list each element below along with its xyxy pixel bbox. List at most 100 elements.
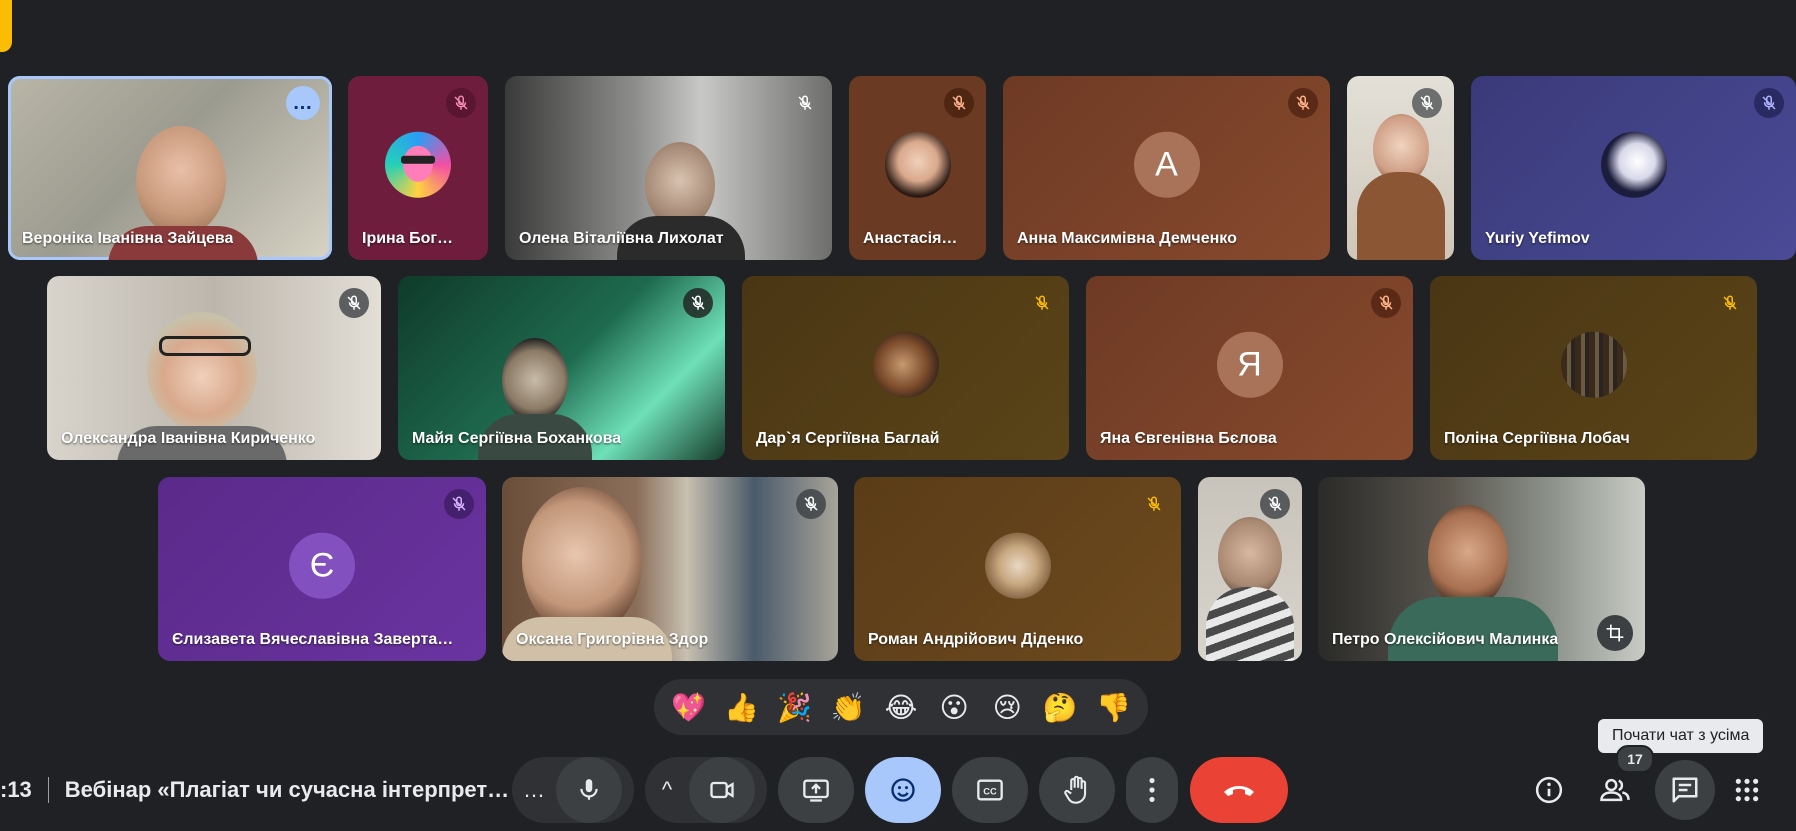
- participant-video: [1388, 597, 1558, 661]
- mic-off-icon: [1715, 288, 1745, 318]
- participant-tile-10[interactable]: Я Яна Євгенівна Бєлова: [1086, 276, 1413, 460]
- captions-button[interactable]: CC: [952, 757, 1028, 823]
- mic-off-icon: [339, 288, 369, 318]
- mic-off-icon: [944, 88, 974, 118]
- participant-tile-1[interactable]: Ірина Бог…: [348, 76, 488, 260]
- tile-more-options-button[interactable]: …: [286, 86, 320, 120]
- reaction-crying[interactable]: 😢: [985, 691, 1029, 724]
- mic-off-icon: [446, 88, 476, 118]
- participant-tile-12[interactable]: Є Єлизавета Вячеславівна Заверта…: [158, 477, 486, 661]
- more-vert-icon: [1149, 777, 1155, 803]
- mic-off-icon: [1412, 88, 1442, 118]
- reaction-thumbs-down[interactable]: 👎: [1091, 691, 1135, 724]
- participant-tile-6[interactable]: Yuriy Yefimov: [1471, 76, 1796, 260]
- participant-avatar: [984, 532, 1051, 599]
- participant-video: [136, 126, 226, 236]
- reaction-party-popper[interactable]: 🎉: [773, 691, 817, 724]
- participant-tile-9[interactable]: Дар`я Сергіївна Баглай: [742, 276, 1069, 460]
- reaction-surprised[interactable]: 😮: [932, 691, 976, 724]
- chat-button[interactable]: [1655, 760, 1715, 820]
- chat-icon: [1672, 777, 1698, 803]
- reaction-clapping[interactable]: 👏: [826, 691, 870, 724]
- participant-name: Анна Максимівна Демченко: [1017, 230, 1237, 247]
- more-options-button[interactable]: [1126, 757, 1178, 823]
- participant-tile-11[interactable]: Поліна Сергіївна Лобач: [1430, 276, 1757, 460]
- mic-off-icon: [1754, 88, 1784, 118]
- participant-tile-13[interactable]: Оксана Григорівна Здор: [502, 477, 838, 661]
- participant-tile-16[interactable]: Петро Олексійович Малинка: [1318, 477, 1645, 661]
- microphone-button[interactable]: [556, 757, 622, 823]
- camera-icon: [710, 781, 734, 799]
- participant-tile-14[interactable]: Роман Андрійович Діденко: [854, 477, 1181, 661]
- participant-video: [1357, 172, 1445, 260]
- participant-name: Майя Сергіївна Боханкова: [412, 430, 622, 447]
- people-icon: [1600, 778, 1630, 802]
- mic-off-icon: [1139, 489, 1169, 519]
- participant-tile-3[interactable]: Анастасія…: [849, 76, 986, 260]
- audio-settings-group: …: [512, 757, 634, 823]
- participant-name: Yuriy Yefimov: [1485, 230, 1590, 247]
- present-screen-icon: [803, 779, 829, 802]
- activities-button[interactable]: [1722, 765, 1772, 815]
- participant-tile-5[interactable]: [1347, 76, 1454, 260]
- participant-name: Вероніка Іванівна Зайцева: [22, 230, 234, 247]
- call-end-icon: [1224, 786, 1254, 796]
- participant-name: Олександра Іванівна Кириченко: [61, 430, 316, 447]
- divider: [47, 777, 49, 803]
- meeting-details-button[interactable]: [1524, 765, 1574, 815]
- reaction-thinking[interactable]: 🤔: [1038, 691, 1082, 724]
- leave-call-button[interactable]: [1190, 757, 1288, 823]
- participant-avatar: [1600, 131, 1667, 198]
- meeting-time: :13: [0, 777, 32, 802]
- mic-off-icon: [444, 489, 474, 519]
- participant-initial-avatar: Я: [1216, 331, 1283, 398]
- participant-video: [1428, 505, 1508, 609]
- mic-off-icon: [683, 288, 713, 318]
- reaction-laughing[interactable]: 😂: [879, 691, 923, 724]
- participant-tile-15[interactable]: [1198, 477, 1302, 661]
- participant-name: Поліна Сергіївна Лобач: [1444, 430, 1630, 447]
- mic-off-icon: [1260, 489, 1290, 519]
- participant-initial-avatar: A: [1133, 131, 1200, 198]
- present-screen-button[interactable]: [778, 757, 854, 823]
- reaction-thumbs-up[interactable]: 👍: [720, 691, 764, 724]
- participant-video: [502, 338, 568, 422]
- participant-avatar: [385, 131, 451, 198]
- participant-name: Анастасія…: [863, 230, 958, 247]
- participant-name: Яна Євгенівна Бєлова: [1100, 430, 1277, 447]
- participant-tile-2[interactable]: Олена Віталіївна Лихолат: [505, 76, 832, 260]
- participant-video: [147, 312, 257, 430]
- participant-tile-0[interactable]: … Вероніка Іванівна Зайцева: [8, 76, 332, 260]
- info-icon: [1535, 776, 1563, 804]
- meeting-info: :13 Вебінар «Плагіат чи сучасна інтерпре…: [0, 770, 509, 810]
- participant-video: [1206, 587, 1294, 661]
- mic-off-icon: [1288, 88, 1318, 118]
- participant-video: [522, 487, 642, 637]
- reaction-sparkling-heart[interactable]: 💖: [667, 691, 711, 724]
- video-options-chevron[interactable]: ^: [645, 777, 689, 803]
- reactions-button[interactable]: [865, 757, 941, 823]
- participant-tile-8[interactable]: Майя Сергіївна Боханкова: [398, 276, 725, 460]
- mic-off-icon: [1027, 288, 1057, 318]
- participant-name: Оксана Григорівна Здор: [516, 631, 709, 648]
- apps-grid-icon: [1735, 778, 1759, 802]
- hand-icon: [1064, 775, 1087, 804]
- svg-text:CC: CC: [983, 787, 997, 797]
- crop-icon[interactable]: [1597, 615, 1633, 651]
- participant-avatar: [1560, 331, 1627, 398]
- participant-tile-7[interactable]: Олександра Іванівна Кириченко: [47, 276, 381, 460]
- participant-avatar: [884, 131, 951, 198]
- captions-icon: CC: [977, 779, 1003, 801]
- camera-button[interactable]: [689, 757, 755, 823]
- participant-name: Дар`я Сергіївна Баглай: [756, 430, 940, 447]
- participant-name: Роман Андрійович Діденко: [868, 631, 1084, 648]
- participant-name: Єлизавета Вячеславівна Заверта…: [172, 631, 454, 648]
- mic-off-icon: [796, 489, 826, 519]
- meeting-title: Вебінар «Плагіат чи сучасна інтерпрет…: [64, 777, 510, 802]
- raise-hand-button[interactable]: [1039, 757, 1115, 823]
- audio-more-options-button[interactable]: …: [512, 777, 556, 803]
- participant-initial-avatar: Є: [289, 532, 355, 599]
- participant-tile-4[interactable]: A Анна Максимівна Демченко: [1003, 76, 1330, 260]
- emoji-icon: [891, 778, 915, 802]
- participant-name: Петро Олексійович Малинка: [1332, 631, 1559, 648]
